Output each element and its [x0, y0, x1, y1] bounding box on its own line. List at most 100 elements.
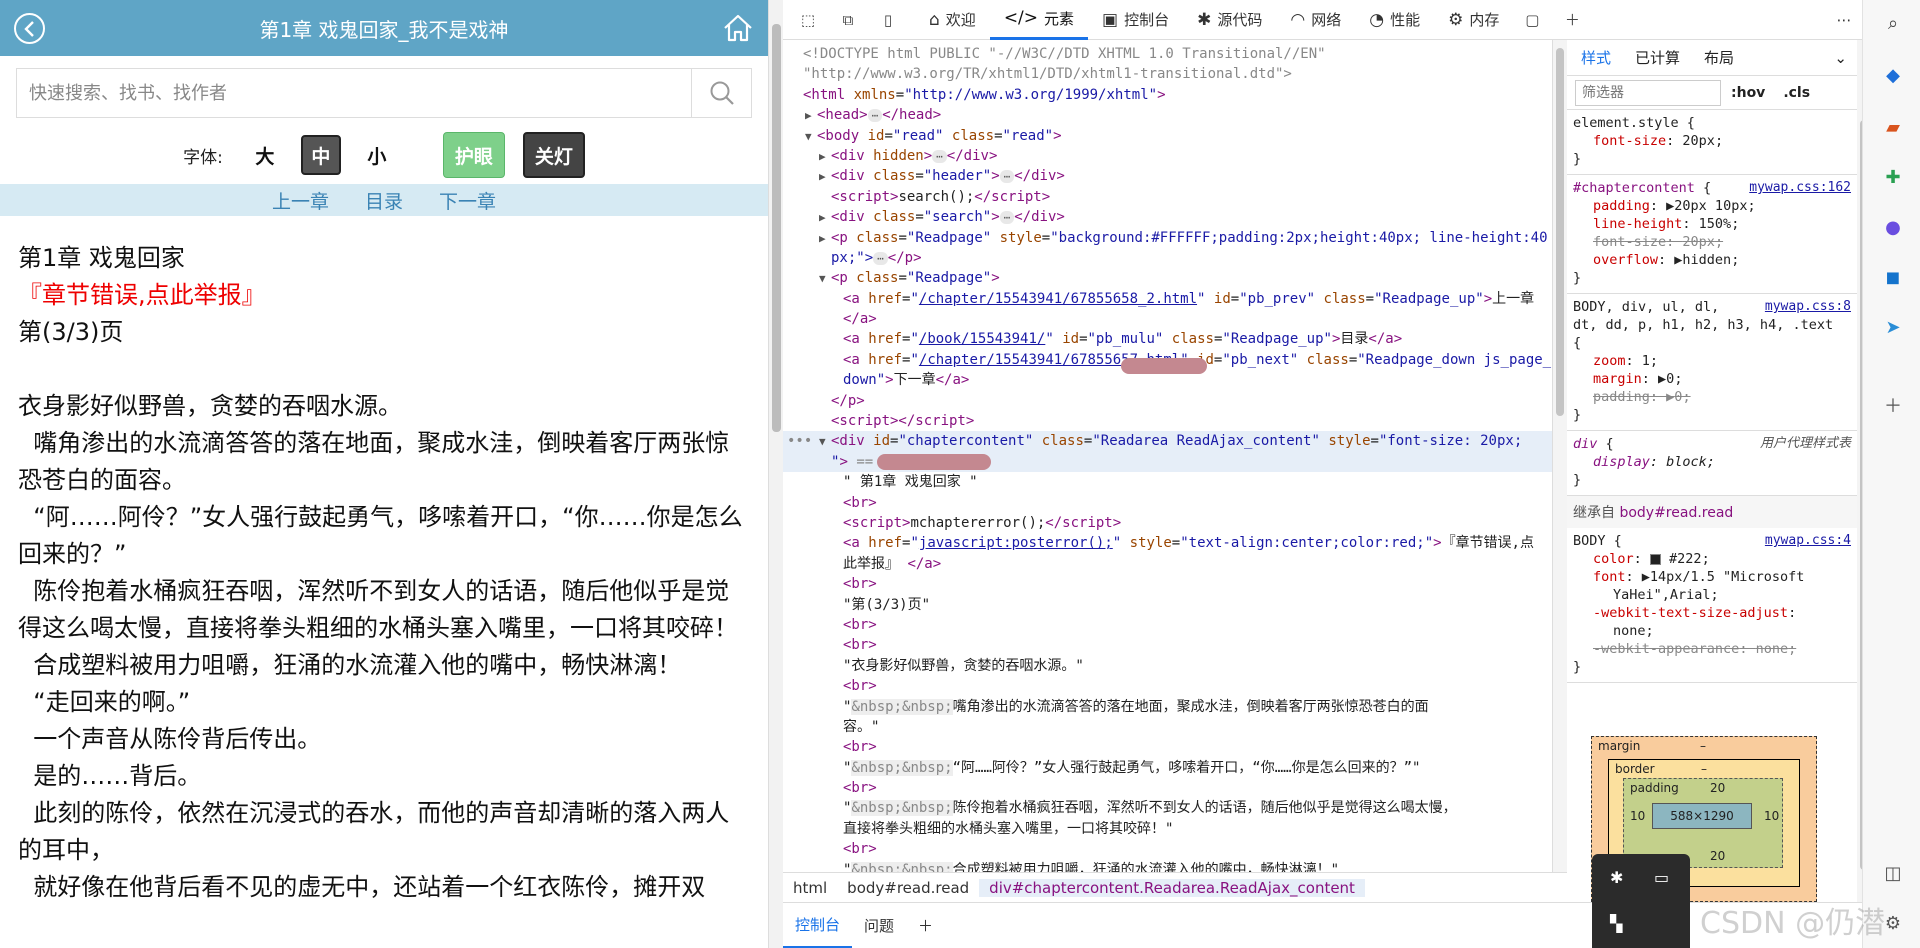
- dom-line[interactable]: "第(3/3)页": [783, 595, 1552, 615]
- collapsed-icon[interactable]: ⋯: [867, 109, 883, 123]
- dom-line[interactable]: </a>: [783, 309, 1552, 329]
- dom-line[interactable]: ▶ <div class="search"> ⋯ </div>: [783, 207, 1552, 227]
- hov-toggle[interactable]: :hov: [1731, 85, 1765, 101]
- search-input[interactable]: [17, 69, 691, 117]
- inspect-icon[interactable]: ⬚: [795, 7, 821, 33]
- dom-line[interactable]: <script></script>: [783, 411, 1552, 431]
- dom-line[interactable]: <a href="/chapter/15543941/67855658_2.ht…: [783, 289, 1552, 309]
- tab-network[interactable]: ◠ 网络: [1276, 0, 1355, 40]
- cls-toggle[interactable]: .cls: [1783, 85, 1810, 101]
- dom-line[interactable]: <br>: [783, 778, 1552, 798]
- dom-line[interactable]: <script>search();</script>: [783, 187, 1552, 207]
- dom-line[interactable]: <br>: [783, 493, 1552, 513]
- dom-line[interactable]: <br>: [783, 839, 1552, 859]
- collapsed-icon[interactable]: ⋯: [932, 149, 947, 163]
- lights-off-button[interactable]: 关灯: [522, 132, 585, 178]
- report-error-link[interactable]: 『章节错误,点此举报』: [18, 277, 750, 314]
- dom-line[interactable]: "&nbsp;&nbsp;合成塑料被用力咀嚼，狂涌的水流灌入他的嘴中，畅快淋漓！…: [783, 860, 1552, 872]
- font-small-button[interactable]: 小: [357, 135, 397, 175]
- tab-performance[interactable]: ◔ 性能: [1355, 0, 1434, 40]
- collapse-icon[interactable]: ▼: [819, 269, 831, 289]
- panel-icon[interactable]: ▢: [1519, 7, 1545, 33]
- tab-elements[interactable]: </> 元素: [989, 0, 1089, 40]
- expand-icon[interactable]: ▶: [819, 147, 831, 167]
- dom-line[interactable]: <br>: [783, 574, 1552, 594]
- dom-line[interactable]: ▶ <p class="Readpage" style="background:#…: [783, 228, 1552, 248]
- source-link[interactable]: mywap.css:8: [1765, 298, 1851, 316]
- games-icon[interactable]: ✚: [1882, 166, 1904, 188]
- dom-line[interactable]: 此举报』 </a>: [783, 554, 1552, 574]
- dom-line[interactable]: down">下一章</a>: [783, 358, 1552, 390]
- tab-welcome[interactable]: ⌂ 欢迎: [915, 0, 990, 40]
- search-icon[interactable]: ⌕: [1882, 12, 1904, 34]
- dom-line[interactable]: <br>: [783, 737, 1552, 757]
- layout-icon[interactable]: ◫: [1882, 862, 1904, 884]
- dom-line[interactable]: px;"> ⋯ </p>: [783, 248, 1552, 268]
- dom-line[interactable]: "衣身影好似野兽，贪婪的吞咽水源。": [783, 656, 1552, 676]
- expand-icon[interactable]: ▶: [819, 167, 831, 187]
- dom-line[interactable]: <a href="/book/15543941/" id="pb_mulu" c…: [783, 329, 1552, 349]
- dom-line[interactable]: <br>: [783, 615, 1552, 635]
- chevron-down-icon[interactable]: ⌄: [1834, 49, 1847, 67]
- dom-line[interactable]: ▶ <head> ⋯ </head>: [783, 105, 1552, 125]
- drawer-tab-console[interactable]: 控制台: [783, 903, 853, 948]
- home-button[interactable]: [722, 12, 754, 44]
- scrollbar-thumb[interactable]: [772, 24, 781, 432]
- dom-line[interactable]: 容。": [783, 717, 1552, 737]
- drawer-tab-issues[interactable]: 问题: [852, 903, 906, 948]
- source-link[interactable]: mywap.css:4: [1765, 532, 1851, 550]
- toolbox-icon[interactable]: ▰: [1882, 116, 1904, 138]
- gear-icon[interactable]: ⚙: [1882, 912, 1904, 934]
- dom-line[interactable]: "&nbsp;&nbsp;“阿……阿伶？”女人强行鼓起勇气，哆嗦着开口，“你………: [783, 758, 1552, 778]
- tab-computed[interactable]: 已计算: [1635, 47, 1680, 68]
- tab-console[interactable]: ▣ 控制台: [1088, 0, 1183, 40]
- breadcrumb-item-active[interactable]: div#chaptercontent.Readarea.ReadAjax_con…: [979, 878, 1365, 897]
- page-scrollbar[interactable]: [768, 0, 783, 948]
- font-medium-button[interactable]: 中: [300, 135, 341, 175]
- tab-styles[interactable]: 样式: [1581, 47, 1611, 68]
- outlook-icon[interactable]: ◼: [1882, 266, 1904, 288]
- next-chapter-link[interactable]: 下一章: [439, 187, 496, 214]
- collapsed-icon[interactable]: ⋯: [999, 170, 1015, 184]
- search-button[interactable]: [691, 69, 751, 117]
- more-icon[interactable]: ⋯: [1836, 11, 1851, 29]
- windows-icon[interactable]: ▚: [1610, 914, 1622, 933]
- dom-line[interactable]: ▶ <div hidden> ⋯ </div>: [783, 146, 1552, 166]
- dom-line[interactable]: <a href="javascript:posterror();" style=…: [783, 533, 1552, 553]
- dom-line[interactable]: ▼ <p class="Readpage">: [783, 268, 1552, 288]
- tab-memory[interactable]: ⚙ 内存: [1434, 0, 1513, 40]
- source-link[interactable]: mywap.css:162: [1749, 179, 1851, 197]
- dom-line[interactable]: </p>: [783, 391, 1552, 411]
- dom-line-selected[interactable]: ••• ▼ <div id="chaptercontent" class="Read…: [783, 431, 1552, 452]
- device-toolbar-icon[interactable]: ⧉: [835, 7, 861, 33]
- collapse-icon[interactable]: ▼: [805, 127, 817, 147]
- prev-chapter-link[interactable]: 上一章: [272, 187, 329, 214]
- dom-line[interactable]: "&nbsp;&nbsp;嘴角渗出的水流滴答答的落在地面，聚成水洼，倒映着客厅两…: [783, 697, 1552, 717]
- dom-line[interactable]: <html xmlns="http://www.w3.org/1999/xhtm…: [783, 85, 1552, 105]
- toc-link[interactable]: 目录: [365, 187, 403, 214]
- elements-scrollbar[interactable]: [1553, 40, 1567, 872]
- dom-line[interactable]: "http://www.w3.org/TR/xhtml1/DTD/xhtml1-…: [783, 64, 1552, 84]
- expand-icon[interactable]: ▶: [819, 208, 831, 228]
- dom-line[interactable]: <br>: [783, 676, 1552, 696]
- styles-filter-input[interactable]: [1575, 79, 1721, 106]
- expand-icon[interactable]: ▶: [819, 229, 831, 249]
- battery-icon[interactable]: ▭: [1654, 868, 1669, 887]
- color-swatch[interactable]: [1649, 553, 1661, 565]
- collapsed-icon[interactable]: ⋯: [999, 211, 1015, 225]
- tag-icon[interactable]: ◆: [1882, 64, 1904, 86]
- dom-line[interactable]: <!DOCTYPE html PUBLIC "-//W3C//DTD XHTML…: [783, 44, 1552, 64]
- dom-line[interactable]: ▶ <div class="header"> ⋯ </div>: [783, 166, 1552, 186]
- eye-mode-button[interactable]: 护眼: [442, 132, 505, 178]
- breadcrumb-item[interactable]: body#read.read: [837, 879, 979, 897]
- dom-line[interactable]: "&nbsp;&nbsp;陈伶抱着水桶疯狂吞咽，浑然听不到女人的话语，随后他似乎…: [783, 798, 1552, 818]
- add-tab-icon[interactable]: ＋: [906, 903, 945, 948]
- add-tab-icon[interactable]: ＋: [1559, 7, 1585, 33]
- breadcrumb-item[interactable]: html: [783, 879, 837, 897]
- add-icon[interactable]: ＋: [1882, 394, 1904, 417]
- bluetooth-icon[interactable]: ✱: [1610, 868, 1623, 887]
- dom-line-selected[interactable]: "> == $0: [783, 451, 1552, 473]
- font-large-button[interactable]: 大: [245, 135, 285, 175]
- collapse-icon[interactable]: ▼: [819, 432, 831, 452]
- tab-layout[interactable]: 布局: [1704, 47, 1734, 68]
